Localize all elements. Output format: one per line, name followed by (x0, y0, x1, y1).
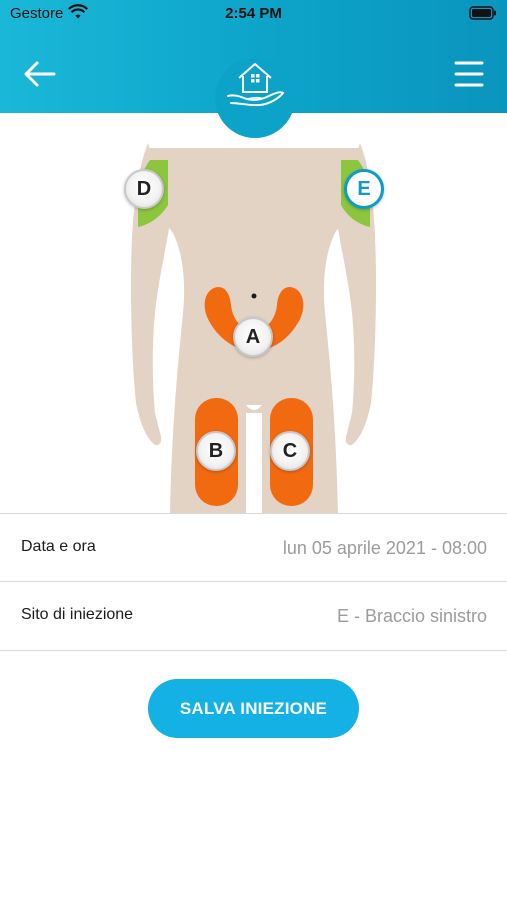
hamburger-menu-icon[interactable] (453, 58, 485, 90)
house-in-hand-icon (227, 63, 285, 107)
status-bar: Gestore 2:54 PM (0, 0, 507, 28)
site-marker-e[interactable]: E (344, 169, 384, 209)
injection-site-row[interactable]: Sito di iniezione E - Braccio sinistro (0, 582, 507, 650)
datetime-label: Data e ora (21, 538, 96, 555)
clock: 2:54 PM (225, 5, 282, 22)
site-marker-d[interactable]: D (124, 169, 164, 209)
battery-icon (469, 6, 496, 20)
site-marker-c[interactable]: C (270, 431, 310, 471)
body-silhouette (131, 143, 376, 513)
datetime-value: lun 05 aprile 2021 - 08:00 (282, 538, 487, 558)
back-arrow-icon[interactable] (22, 58, 58, 90)
body-diagram: A B C D E (0, 113, 507, 513)
site-marker-b[interactable]: B (196, 431, 236, 471)
datetime-row[interactable]: Data e ora lun 05 aprile 2021 - 08:00 (0, 514, 507, 582)
injection-site-label: Sito di iniezione (21, 606, 134, 623)
save-injection-button[interactable]: SALVA INIEZIONE (148, 679, 359, 738)
injection-site-value: E - Braccio sinistro (336, 606, 487, 626)
site-marker-a[interactable]: A (233, 317, 273, 357)
divider (0, 650, 507, 651)
